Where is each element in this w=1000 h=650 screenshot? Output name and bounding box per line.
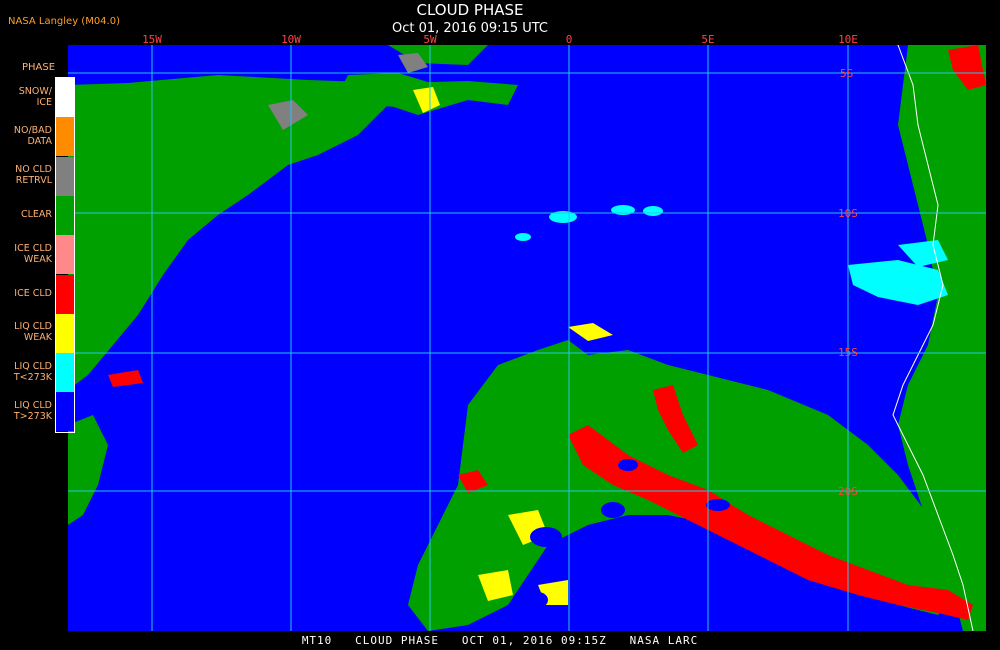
legend-label: NO/BAD DATA (13, 124, 52, 147)
legend-swatch (56, 78, 74, 117)
footer-caption: MT10 CLOUD PHASE OCT 01, 2016 09:15Z NAS… (301, 634, 699, 647)
legend-swatch (56, 117, 74, 157)
map-title: CLOUD PHASE (416, 1, 524, 19)
cloud-phase-map (68, 45, 986, 631)
map-datetime: Oct 01, 2016 09:15 UTC (392, 21, 548, 36)
ice-gap-2 (706, 499, 730, 511)
legend-label: LIQ CLD T<273K (13, 360, 52, 383)
lat-label-10s: 10S (838, 207, 858, 220)
lat-label-5s: 5S (840, 67, 854, 80)
lat-label-20s: 20S (838, 485, 858, 498)
legend-label: ICE CLD (14, 287, 52, 299)
map-canvas (68, 45, 986, 631)
legend-label: SNOW/ICE (18, 85, 52, 108)
legend-title: PHASE (22, 62, 56, 73)
provider-label: NASA Langley (M04.0) (8, 16, 120, 27)
legend-swatch (56, 392, 74, 432)
legend-label: LIQ CLD T>273K (13, 399, 52, 422)
legend-swatch (56, 156, 74, 196)
cold-liquid-patch-4 (515, 233, 531, 241)
open-cell-3 (528, 592, 548, 608)
legend-swatch (56, 353, 74, 393)
legend-swatch (56, 313, 74, 353)
open-cell-1 (530, 527, 562, 547)
legend-swatch (56, 274, 74, 314)
lat-label-15s: 15S (838, 346, 858, 359)
legend-label: ICE CLD WEAK (14, 242, 52, 265)
legend-label: NO CLD RETRVL (15, 164, 52, 187)
cold-liquid-patch-3 (643, 206, 663, 216)
legend-label: CLEAR (20, 208, 52, 220)
phase-legend (55, 77, 75, 433)
open-cell-2 (601, 502, 625, 518)
ice-gap-1 (618, 459, 638, 471)
legend-label: LIQ CLD WEAK (14, 321, 52, 344)
legend-swatch (56, 235, 74, 275)
legend-swatch (56, 195, 74, 235)
